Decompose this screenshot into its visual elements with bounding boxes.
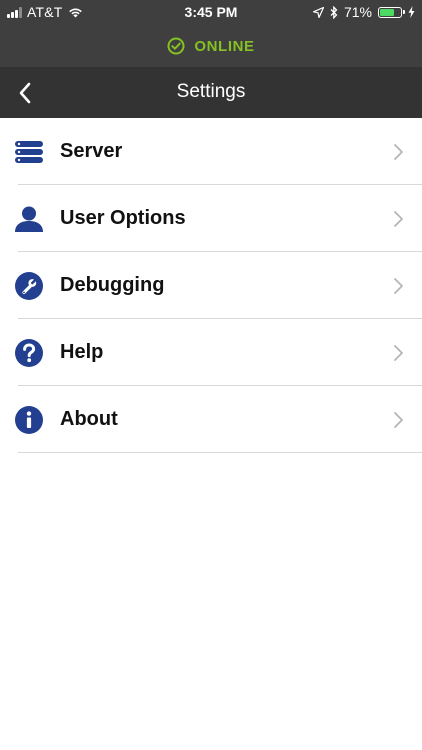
settings-list: Server User Options Debugging Help About <box>0 118 422 453</box>
page-title: Settings <box>176 81 246 102</box>
user-icon <box>14 204 44 234</box>
info-icon <box>14 405 44 435</box>
chevron-right-icon <box>394 210 403 227</box>
battery-percentage: 71% <box>343 4 372 20</box>
settings-item-about[interactable]: About <box>0 386 422 453</box>
chevron-right-icon <box>394 344 403 361</box>
settings-item-label: Debugging <box>60 274 165 296</box>
settings-item-help[interactable]: Help <box>0 319 422 386</box>
settings-item-label: About <box>60 408 118 430</box>
navigation-bar: Settings <box>0 67 422 118</box>
battery-level-fill <box>380 8 394 16</box>
status-right: 71% <box>312 4 415 20</box>
server-icon <box>14 137 44 167</box>
top-header-area: AT&T 3:45 PM 71% ONLINE <box>0 0 422 67</box>
settings-item-label: Help <box>60 341 104 363</box>
question-icon <box>14 338 44 368</box>
wrench-icon <box>14 271 44 301</box>
location-arrow-icon <box>312 6 324 18</box>
settings-item-user-options[interactable]: User Options <box>0 185 422 252</box>
online-status-text: ONLINE <box>194 37 255 55</box>
charging-bolt-icon <box>408 6 415 18</box>
settings-item-server[interactable]: Server <box>0 118 422 185</box>
chevron-right-icon <box>394 143 403 160</box>
battery-icon <box>378 6 405 18</box>
status-bar: AT&T 3:45 PM 71% <box>0 0 422 25</box>
bluetooth-icon <box>330 5 338 19</box>
chevron-right-icon <box>394 411 403 428</box>
check-circle-icon <box>167 37 185 55</box>
settings-item-label: User Options <box>60 207 186 229</box>
settings-item-debugging[interactable]: Debugging <box>0 252 422 319</box>
connection-status: ONLINE <box>0 27 422 65</box>
settings-item-label: Server <box>60 140 123 162</box>
chevron-right-icon <box>394 277 403 294</box>
